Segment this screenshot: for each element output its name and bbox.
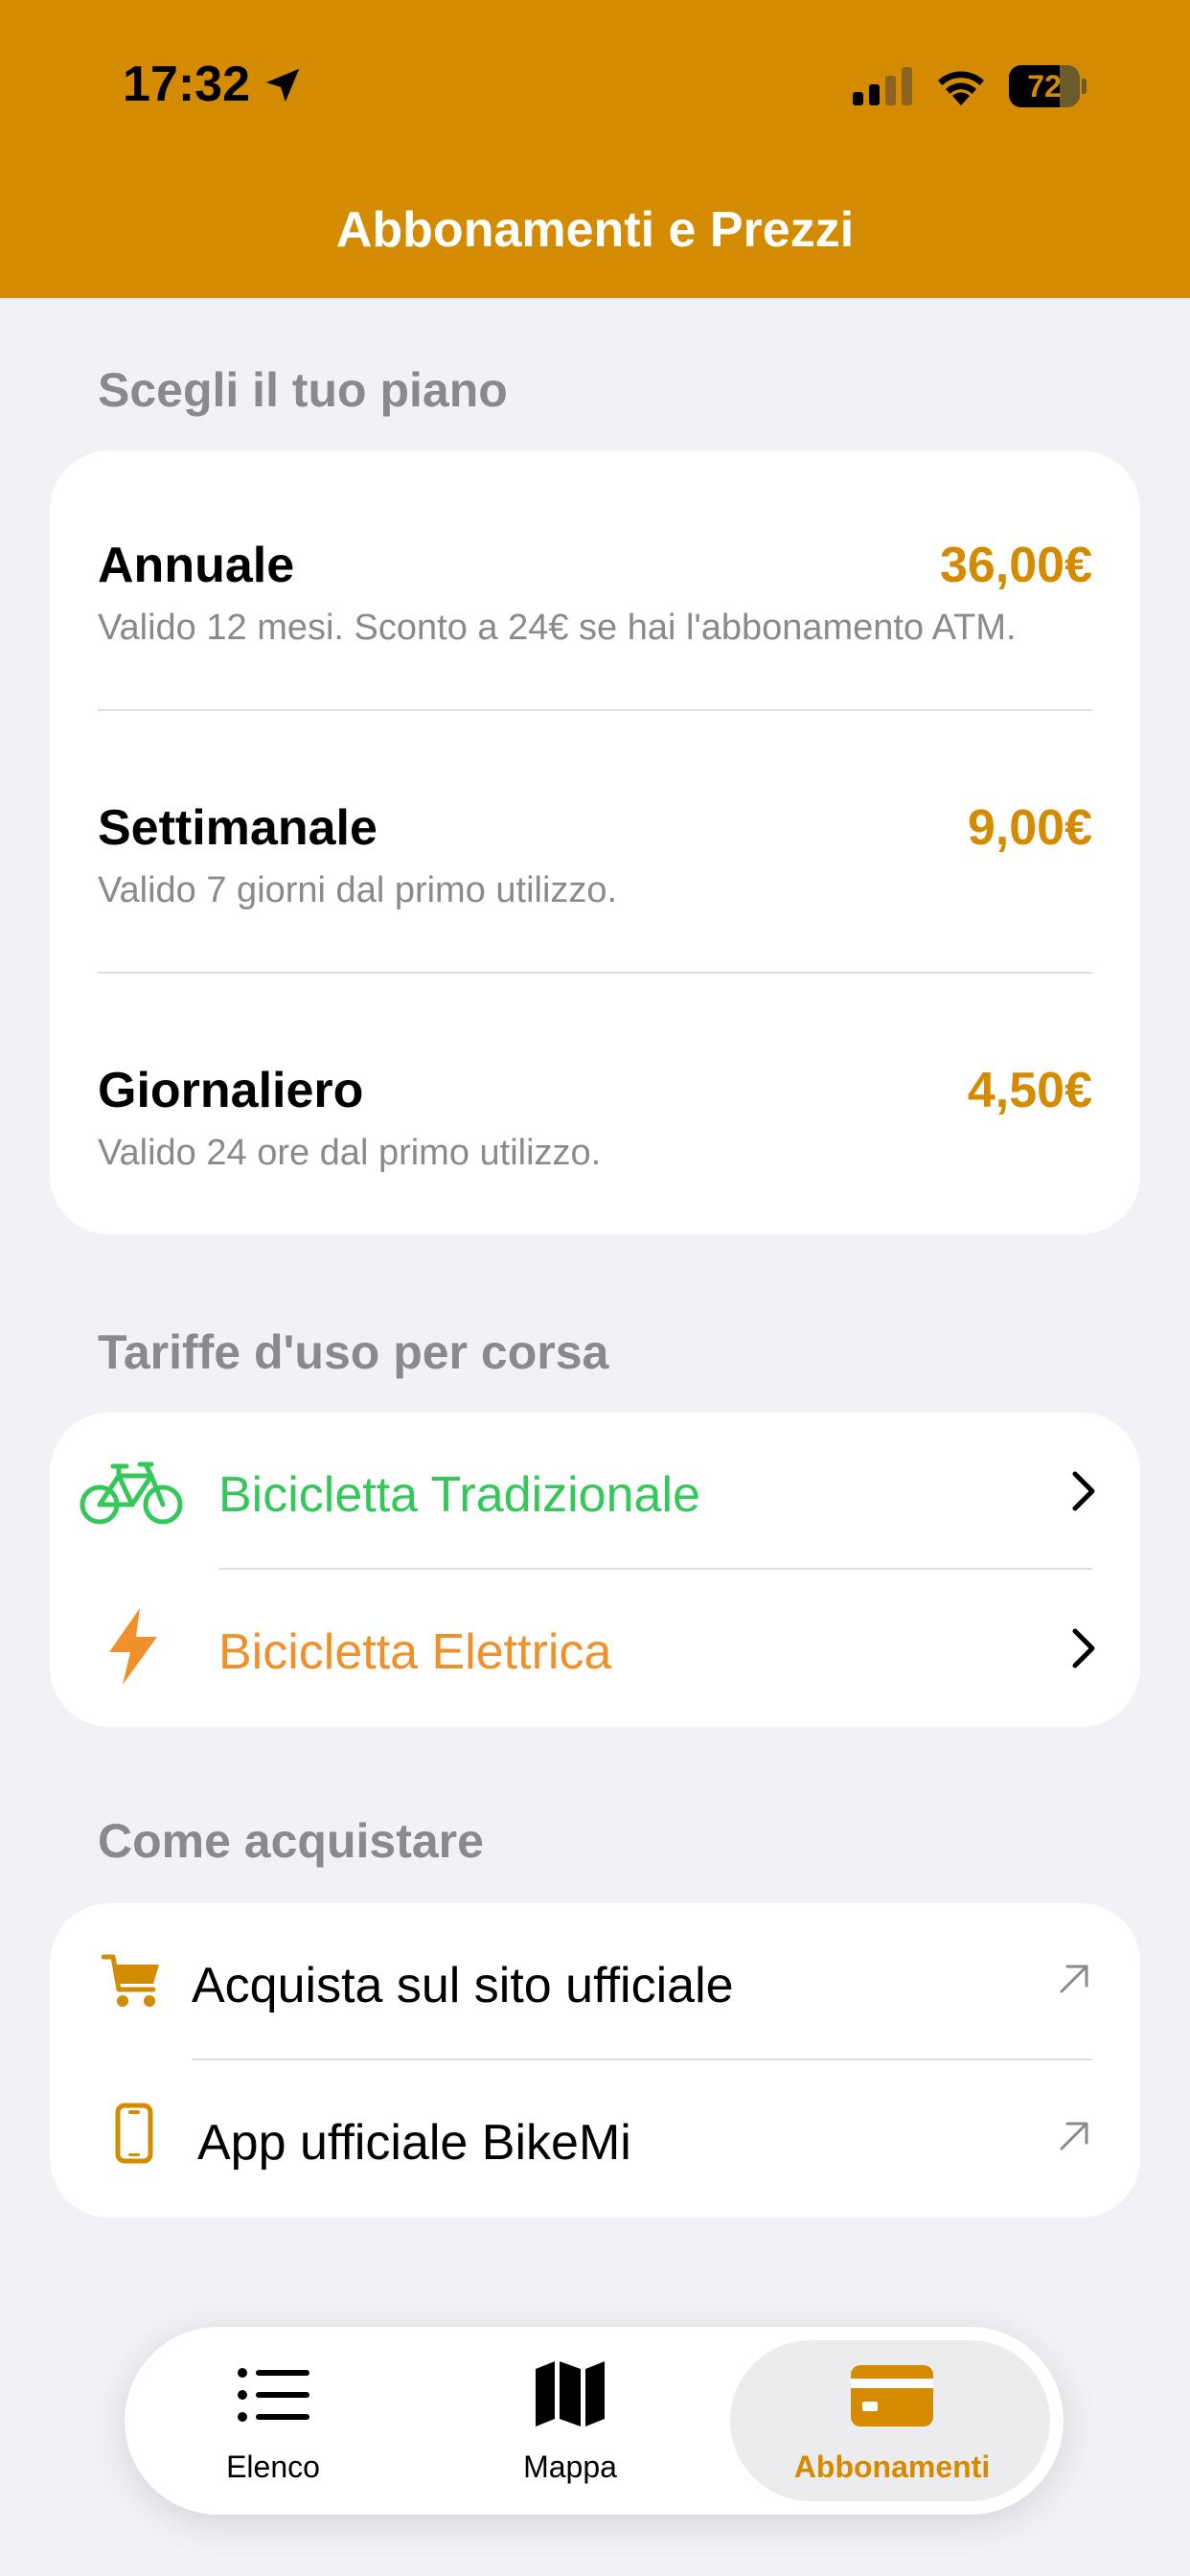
plan-row-weekly[interactable]: Settimanale 9,00€ Valido 7 giorni dal pr…	[50, 713, 1140, 976]
plan-description: Valido 12 mesi. Sconto a 24€ se hai l'ab…	[98, 608, 1017, 648]
page-title: Abbonamenti e Prezzi	[335, 202, 855, 258]
plans-card: Annuale 36,00€ Valido 12 mesi. Sconto a …	[50, 450, 1140, 1234]
map-icon	[536, 2361, 605, 2426]
plan-price: 9,00€	[967, 800, 1092, 856]
fare-row-electric-bike[interactable]: Bicicletta Elettrica	[50, 1570, 1140, 1727]
plan-description: Valido 7 giorni dal primo utilizzo.	[98, 870, 618, 910]
bicycle-icon	[80, 1461, 183, 1525]
cart-icon	[102, 1954, 159, 2007]
purchase-label: App ufficiale BikeMi	[197, 2115, 631, 2171]
fares-card: Bicicletta Tradizionale Bicicletta Elett…	[50, 1413, 1140, 1727]
external-link-arrow-icon	[1060, 1965, 1088, 1993]
cellular-signal-icon	[853, 67, 912, 105]
tab-label: Mappa	[523, 2450, 617, 2484]
fare-label: Bicicletta Tradizionale	[218, 1467, 700, 1523]
fare-row-traditional-bike[interactable]: Bicicletta Tradizionale	[50, 1413, 1140, 1570]
list-icon	[238, 2368, 309, 2422]
divider	[98, 709, 1092, 711]
navigation-header: 17:32 72 Abbonamenti e Prezzi	[0, 0, 1190, 298]
location-arrow-icon	[265, 68, 300, 103]
card-icon	[851, 2365, 933, 2426]
plan-name: Annuale	[98, 538, 295, 593]
external-link-arrow-icon	[1060, 2122, 1088, 2150]
purchase-row-website[interactable]: Acquista sul sito ufficiale	[50, 1903, 1140, 2060]
tab-abbonamenti[interactable]: Abbonamenti	[744, 2327, 1041, 2515]
plan-price: 4,50€	[967, 1063, 1092, 1118]
bolt-icon	[109, 1608, 157, 1685]
divider	[98, 972, 1092, 974]
battery-indicator: 72	[1009, 65, 1087, 107]
tab-label: Elenco	[226, 2450, 320, 2484]
section-title-purchase: Come acquistare	[98, 1814, 484, 1868]
tab-mappa[interactable]: Mappa	[422, 2327, 719, 2515]
battery-percentage: 72	[1027, 69, 1062, 104]
wifi-icon	[938, 71, 984, 105]
plan-row-daily[interactable]: Giornaliero 4,50€ Valido 24 ore dal prim…	[50, 976, 1140, 1234]
plan-name: Giornaliero	[98, 1063, 364, 1118]
section-title-plans: Scegli il tuo piano	[98, 363, 508, 417]
tab-label: Abbonamenti	[793, 2450, 991, 2484]
phone-icon	[115, 2103, 153, 2164]
section-title-fares: Tariffe d'uso per corsa	[98, 1325, 609, 1379]
tab-bar: Elenco Mappa Abbonamenti	[125, 2327, 1064, 2515]
purchase-card: Acquista sul sito ufficiale App ufficial…	[50, 1903, 1140, 2218]
tab-elenco[interactable]: Elenco	[125, 2327, 422, 2515]
plan-row-annual[interactable]: Annuale 36,00€ Valido 12 mesi. Sconto a …	[50, 450, 1140, 713]
purchase-label: Acquista sul sito ufficiale	[192, 1958, 734, 2013]
chevron-right-icon	[1072, 1628, 1095, 1668]
status-time: 17:32	[123, 57, 250, 112]
purchase-row-app[interactable]: App ufficiale BikeMi	[50, 2060, 1140, 2218]
plan-name: Settimanale	[98, 800, 378, 856]
plan-price: 36,00€	[939, 538, 1092, 593]
plan-description: Valido 24 ore dal primo utilizzo.	[98, 1133, 602, 1173]
chevron-right-icon	[1072, 1471, 1095, 1511]
fare-label: Bicicletta Elettrica	[218, 1624, 612, 1680]
